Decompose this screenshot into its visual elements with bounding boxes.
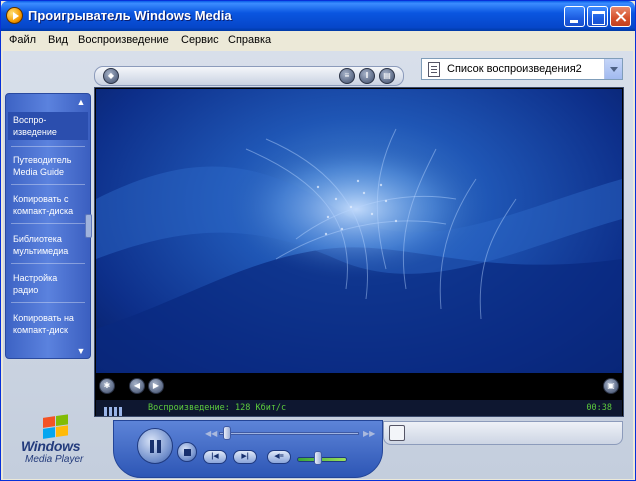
previous-track-button[interactable]: |◀ [203,450,227,464]
menu-bar: Файл Вид Воспроизведение Сервис Справка [1,31,635,50]
video-pane: ✱ ◀ ▶ ▣ Воспроизведение: 128 Кбит/с 00:3… [94,87,624,417]
full-screen-icon[interactable]: ▣ [603,378,619,394]
nav-separator [11,184,85,185]
taskbar-collapse-handle[interactable] [85,214,92,238]
menu-tools[interactable]: Сервис [181,34,219,46]
maximize-button[interactable] [587,6,608,27]
fast-forward-icon[interactable]: ▶▶ [363,429,375,438]
menu-view[interactable]: Вид [48,34,68,46]
previous-visualization-icon[interactable]: ◀ [129,378,145,394]
menu-help[interactable]: Справка [228,34,271,46]
video-control-strip: ✱ ◀ ▶ ▣ [96,374,622,400]
media-player-app-icon[interactable] [6,7,23,24]
pause-button[interactable] [137,428,173,464]
next-track-button[interactable]: ▶| [233,450,257,464]
nav-separator [11,302,85,303]
visualization-icon[interactable]: ≡ [339,68,355,84]
bottom-info-bar [383,421,623,445]
scroll-down-icon[interactable]: ▼ [76,346,86,356]
nav-item-label: Библиотека мультимедиа [13,234,69,256]
nav-item-media-library[interactable]: Библиотека мультимедиа [13,233,89,257]
next-visualization-icon[interactable]: ▶ [148,378,164,394]
nav-item-label: Путеводитель Media Guide [13,155,72,177]
windows-media-player-logo: Windows Media Player [19,414,89,476]
nav-item-label: Воспро- изведение [13,115,57,137]
equalizer-icon[interactable]: ‖ [359,68,375,84]
seek-bar[interactable] [219,432,359,435]
close-button[interactable] [610,6,631,27]
nav-item-copy-to-cd[interactable]: Копировать на компакт-диск [13,312,89,336]
logo-text-media-player: Media Player [25,454,84,465]
hide-menu-icon[interactable]: ◆ [103,68,119,84]
nav-item-label: Копировать на компакт-диск [13,313,74,335]
skin-mode-icon[interactable] [389,425,405,441]
menu-playback[interactable]: Воспроизведение [78,34,169,46]
scroll-up-icon[interactable]: ▲ [76,97,86,107]
logo-text-windows: Windows [21,438,81,454]
nav-separator [11,263,85,264]
visualization-options-icon[interactable]: ✱ [99,378,115,394]
visualization-display[interactable] [96,89,622,373]
window-title: Проигрыватель Windows Media [28,8,232,23]
chevron-down-icon[interactable] [604,59,622,79]
playlist-view-icon[interactable]: ▤ [379,68,395,84]
playlist-selected-value: Список воспроизведения2 [447,63,582,75]
status-text: Воспроизведение: 128 Кбит/с [148,403,287,413]
video-top-toolbar: ◆ ≡ ‖ ▤ [94,66,404,86]
windows-flag-icon [43,414,69,440]
minimize-button[interactable] [564,6,585,27]
menu-file[interactable]: Файл [9,34,36,46]
nav-item-label: Настройка радио [13,273,58,295]
title-bar[interactable]: Проигрыватель Windows Media [1,1,635,31]
nav-separator [11,146,85,147]
volume-slider[interactable] [297,457,347,462]
playlist-document-icon [428,62,440,77]
rewind-icon[interactable]: ◀◀ [205,429,217,438]
playlist-dropdown[interactable]: Список воспроизведения2 [421,58,623,80]
elapsed-time: 00:38 [586,403,612,413]
nav-item-now-playing[interactable]: Воспро- изведение [8,112,88,140]
nav-separator [11,223,85,224]
media-player-window: Проигрыватель Windows Media Файл Вид Вос… [0,0,636,481]
nav-item-copy-from-cd[interactable]: Копировать с компакт-диска [13,193,89,217]
feature-taskbar: ▲ Воспро- изведение Путеводитель Media G… [5,93,91,359]
volume-thumb[interactable] [313,451,322,465]
nav-item-media-guide[interactable]: Путеводитель Media Guide [13,154,89,178]
nav-item-label: Копировать с компакт-диска [13,194,74,216]
mute-button[interactable]: ◀≡ [267,450,291,464]
stop-button[interactable] [177,442,197,462]
playlist-toggle-icon[interactable] [104,403,140,416]
status-bar: Воспроизведение: 128 Кбит/с 00:38 [96,400,622,416]
nav-item-radio-tuner[interactable]: Настройка радио [13,272,89,296]
seek-thumb[interactable] [222,426,231,440]
